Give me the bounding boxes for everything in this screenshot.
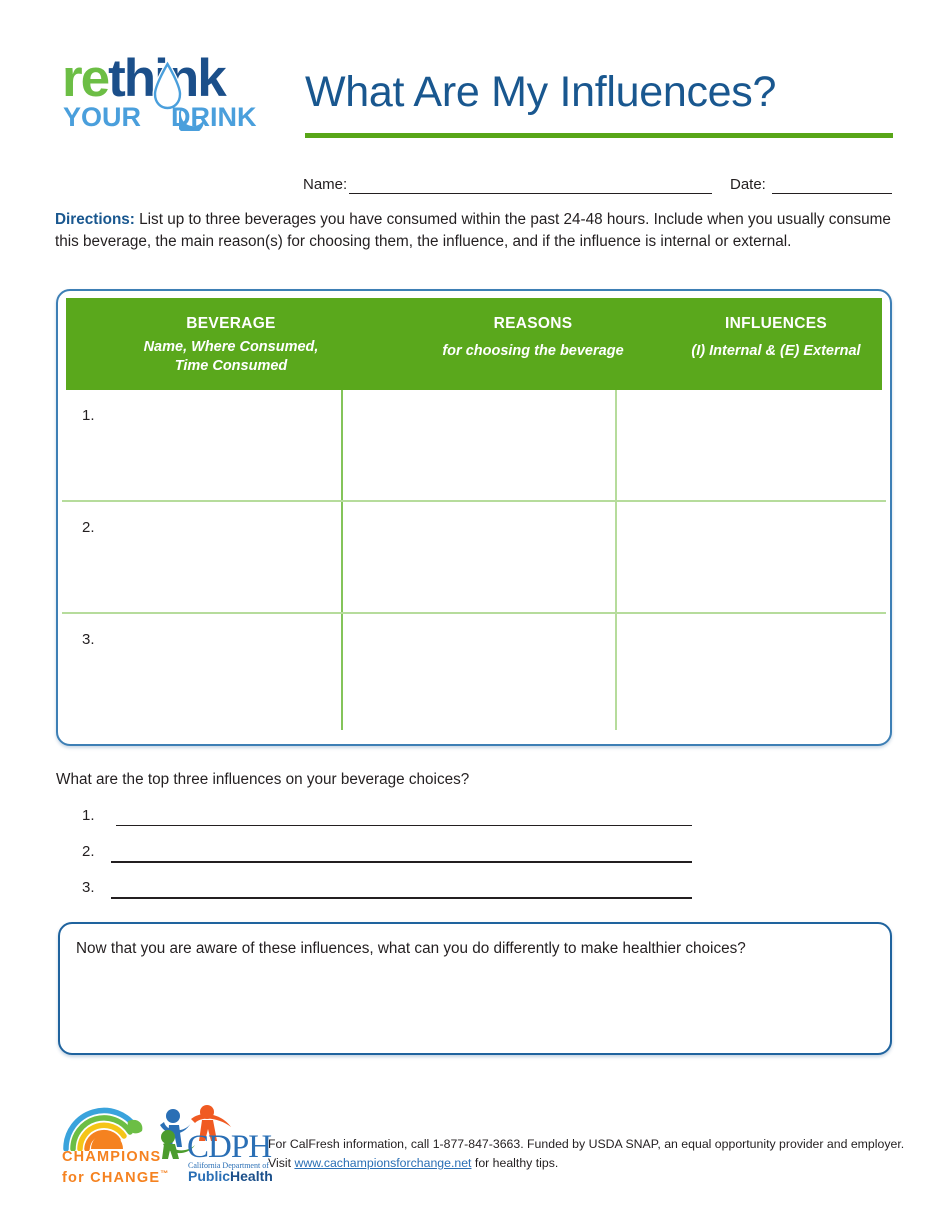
champions-logo-line1: CHAMPIONS [62,1149,162,1165]
column-title-reasons: REASONS [493,315,573,332]
footer-visit-prefix: Visit [268,1156,295,1170]
page-footer: CHAMPIONS for CHANGE™ CDPH California De… [0,1095,950,1195]
date-label: Date: [730,176,766,193]
top-three-answer-2[interactable]: 2. [82,843,694,869]
directions-paragraph: Directions: List up to three beverages y… [55,209,897,253]
column-subtitle-beverage-line1: Name, Where Consumed, [143,339,319,355]
reflection-box[interactable]: Now that you are aware of these influenc… [58,922,892,1055]
champions-logo-line2-wrap: for CHANGE™ [62,1166,169,1186]
answer-input-line-2[interactable] [111,861,692,863]
footer-text: For CalFresh information, call 1-877-847… [268,1135,908,1173]
footer-website-link[interactable]: www.cachampionsforchange.net [294,1156,471,1170]
column-header-beverage: BEVERAGE Name, Where Consumed, Time Cons… [66,298,396,390]
champions-logo-line2: for CHANGE [62,1169,161,1186]
rethink-your-drink-logo: rethink YOURDRINK [62,52,277,142]
column-header-reasons: REASONS for choosing the beverage [396,298,670,390]
cdph-public-word: Public [188,1168,231,1184]
cdph-logo: CDPH California Department of PublicHeal… [155,1103,273,1185]
logo-text-your: YOUR [63,102,142,132]
logo-line-one: rethink [62,49,227,108]
answer-number-3: 3. [82,879,95,896]
column-header-influences: INFLUENCES (I) Internal & (E) External [670,298,882,390]
page-header: rethink YOURDRINK What Are My Influences… [0,0,950,160]
column-divider-1 [341,390,343,730]
cdph-acronym: CDPH [187,1129,272,1165]
top-three-answer-1[interactable]: 1. [82,807,694,833]
footer-visit-suffix: for healthy tips. [471,1156,559,1170]
reflection-prompt: Now that you are aware of these influenc… [76,940,746,957]
champions-for-change-logo: CHAMPIONS for CHANGE™ [62,1105,168,1186]
column-divider-2 [615,390,617,730]
answer-input-line-1[interactable] [116,825,692,826]
answer-number-2: 2. [82,843,95,860]
footer-text-line2: Visit www.cachampionsforchange.net for h… [268,1154,908,1173]
cdph-health-word: Health [230,1168,273,1184]
table-row[interactable]: 1. [82,407,95,424]
date-input-line[interactable] [772,193,892,194]
name-label: Name: [303,176,348,193]
page-title: What Are My Influences? [305,68,777,116]
column-subtitle-beverage-line2: Time Consumed [174,358,288,374]
table-row[interactable]: 2. [82,519,95,536]
logo-text-re: re [62,49,110,108]
crescent-smile-icon [179,105,207,131]
table-body: 1. 2. 3. [58,390,890,742]
answer-number-1: 1. [82,807,95,824]
table-header-row: BEVERAGE Name, Where Consumed, Time Cons… [66,298,882,390]
row-divider-2 [62,612,886,614]
beverage-log-table: BEVERAGE Name, Where Consumed, Time Cons… [56,289,892,746]
row-divider-1 [62,500,886,502]
column-subtitle-influences: (I) Internal & (E) External [691,343,861,359]
cdph-public-health: PublicHealth [188,1169,273,1184]
directions-body: List up to three beverages you have cons… [55,211,891,250]
title-underline-rule [305,133,893,138]
answer-input-line-3[interactable] [111,897,692,899]
top-three-question: What are the top three influences on you… [56,771,470,788]
column-subtitle-reasons: for choosing the beverage [442,343,624,359]
column-title-influences: INFLUENCES [724,315,828,332]
name-input-line[interactable] [349,193,712,194]
logo-line-two: YOUR DRINK [63,104,257,131]
footer-text-line1: For CalFresh information, call 1-877-847… [268,1137,905,1151]
table-row[interactable]: 3. [82,631,95,648]
column-title-beverage: BEVERAGE [186,315,276,332]
directions-label: Directions: [55,211,135,228]
name-date-row: Name: Date: [0,176,950,200]
top-three-answer-3[interactable]: 3. [82,879,694,905]
